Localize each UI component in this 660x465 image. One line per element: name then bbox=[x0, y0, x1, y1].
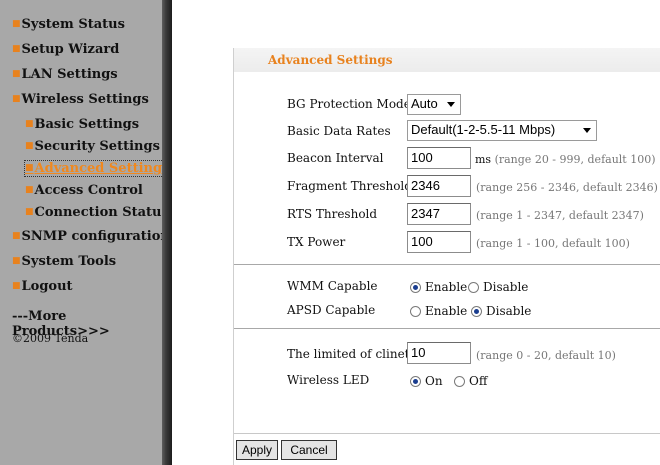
nav-connection-status[interactable]: ■Connection Status bbox=[25, 205, 169, 220]
bg-protection-select[interactable]: Auto bbox=[407, 94, 461, 115]
sidebar-divider bbox=[162, 0, 172, 465]
beacon-range: (range 20 - 999, default 100) bbox=[494, 153, 656, 166]
footer-divider bbox=[234, 433, 660, 434]
radio-unchecked-icon bbox=[468, 281, 479, 293]
bullet-icon: ■ bbox=[25, 141, 34, 151]
apply-button[interactable]: Apply bbox=[236, 440, 278, 460]
sidebar: ■System Status ■Setup Wizard ■LAN Settin… bbox=[0, 0, 171, 465]
page-title: Advanced Settings bbox=[268, 53, 393, 67]
nav-label: SNMP configuration bbox=[21, 229, 170, 244]
wmm-label: WMM Capable bbox=[287, 279, 378, 293]
copyright-text: ©2009 Tenda bbox=[12, 332, 89, 345]
client-limit-hint: (range 0 - 20, default 10) bbox=[476, 349, 616, 362]
client-limit-input[interactable]: 10 bbox=[407, 342, 471, 364]
bg-protection-label: BG Protection Mode bbox=[287, 97, 411, 111]
bullet-icon: ■ bbox=[25, 119, 34, 129]
radio-checked-icon bbox=[410, 281, 421, 293]
bullet-icon: ■ bbox=[12, 281, 21, 291]
nav-label: Basic Settings bbox=[34, 117, 140, 132]
nav-label: Setup Wizard bbox=[21, 42, 120, 57]
tx-power-hint: (range 1 - 100, default 100) bbox=[476, 237, 630, 250]
nav-setup-wizard[interactable]: ■Setup Wizard bbox=[12, 42, 119, 57]
basic-rates-label: Basic Data Rates bbox=[287, 124, 391, 138]
tx-power-input[interactable]: 100 bbox=[407, 231, 471, 253]
nav-access-control[interactable]: ■Access Control bbox=[25, 183, 143, 198]
nav-label: Logout bbox=[21, 279, 73, 294]
nav-label: Security Settings bbox=[34, 139, 160, 154]
beacon-unit: ms bbox=[475, 153, 492, 166]
bullet-icon: ■ bbox=[12, 231, 21, 241]
nav-system-status[interactable]: ■System Status bbox=[12, 17, 125, 32]
apsd-disable-radio[interactable]: Disable bbox=[471, 304, 531, 318]
wireless-led-label: Wireless LED bbox=[287, 373, 370, 387]
section-divider bbox=[234, 328, 660, 329]
apsd-disable-label: Disable bbox=[486, 304, 532, 318]
nav-advanced-settings[interactable]: ■Advanced Settings bbox=[23, 160, 171, 177]
bullet-icon: ■ bbox=[12, 69, 21, 79]
led-off-radio[interactable]: Off bbox=[454, 374, 487, 388]
nav-system-tools[interactable]: ■System Tools bbox=[12, 254, 116, 269]
bullet-icon: ■ bbox=[25, 207, 34, 217]
fragment-threshold-input[interactable]: 2346 bbox=[407, 175, 471, 197]
nav-snmp-configuration[interactable]: ■SNMP configuration bbox=[12, 229, 170, 244]
radio-unchecked-icon bbox=[454, 375, 465, 387]
section-divider bbox=[234, 264, 660, 265]
radio-checked-icon bbox=[471, 305, 482, 317]
nav-wireless-settings[interactable]: ■Wireless Settings bbox=[12, 92, 149, 107]
tx-power-label: TX Power bbox=[287, 235, 346, 249]
wmm-disable-radio[interactable]: Disable bbox=[468, 280, 528, 294]
fragment-threshold-hint: (range 256 - 2346, default 2346) bbox=[476, 181, 658, 194]
wmm-enable-label: Enable bbox=[425, 280, 468, 294]
led-on-radio[interactable]: On bbox=[410, 374, 443, 388]
rts-threshold-hint: (range 1 - 2347, default 2347) bbox=[476, 209, 644, 222]
panel-border bbox=[233, 48, 234, 465]
rts-threshold-label: RTS Threshold bbox=[287, 207, 378, 221]
basic-rates-value: Default(1-2-5.5-11 Mbps) bbox=[411, 122, 556, 137]
bullet-icon: ■ bbox=[12, 94, 21, 104]
beacon-interval-input[interactable]: 100 bbox=[407, 147, 471, 169]
basic-rates-select[interactable]: Default(1-2-5.5-11 Mbps) bbox=[407, 120, 597, 141]
chevron-down-icon bbox=[447, 102, 455, 107]
bullet-icon: ■ bbox=[12, 44, 21, 54]
bullet-icon: ■ bbox=[25, 185, 34, 195]
wmm-disable-label: Disable bbox=[483, 280, 529, 294]
nav-basic-settings[interactable]: ■Basic Settings bbox=[25, 117, 139, 132]
bullet-icon: ■ bbox=[12, 256, 21, 266]
nav-label: Wireless Settings bbox=[21, 92, 149, 107]
nav-logout[interactable]: ■Logout bbox=[12, 279, 73, 294]
apsd-label: APSD Capable bbox=[287, 303, 376, 317]
nav-label: Access Control bbox=[34, 183, 143, 198]
nav-lan-settings[interactable]: ■LAN Settings bbox=[12, 67, 118, 82]
nav-label: System Tools bbox=[21, 254, 117, 269]
bg-protection-value: Auto bbox=[411, 96, 438, 111]
radio-unchecked-icon bbox=[410, 305, 421, 317]
nav-label: LAN Settings bbox=[21, 67, 118, 82]
led-off-label: Off bbox=[469, 374, 488, 388]
radio-checked-icon bbox=[410, 375, 421, 387]
nav-label: Advanced Settings bbox=[34, 161, 170, 176]
bullet-icon: ■ bbox=[25, 163, 34, 173]
nav-label: System Status bbox=[21, 17, 125, 32]
wmm-enable-radio[interactable]: Enable bbox=[410, 280, 467, 294]
led-on-label: On bbox=[425, 374, 443, 388]
apsd-enable-radio[interactable]: Enable bbox=[410, 304, 467, 318]
bullet-icon: ■ bbox=[12, 19, 21, 29]
nav-security-settings[interactable]: ■Security Settings bbox=[25, 139, 160, 154]
apsd-enable-label: Enable bbox=[425, 304, 468, 318]
client-limit-label: The limited of clinet bbox=[287, 347, 410, 361]
beacon-interval-hint: ms (range 20 - 999, default 100) bbox=[475, 153, 656, 166]
cancel-button[interactable]: Cancel bbox=[281, 440, 337, 460]
fragment-threshold-label: Fragment Threshold bbox=[287, 179, 412, 193]
beacon-interval-label: Beacon Interval bbox=[287, 151, 384, 165]
nav-label: Connection Status bbox=[34, 205, 169, 220]
rts-threshold-input[interactable]: 2347 bbox=[407, 203, 471, 225]
chevron-down-icon bbox=[583, 128, 591, 133]
